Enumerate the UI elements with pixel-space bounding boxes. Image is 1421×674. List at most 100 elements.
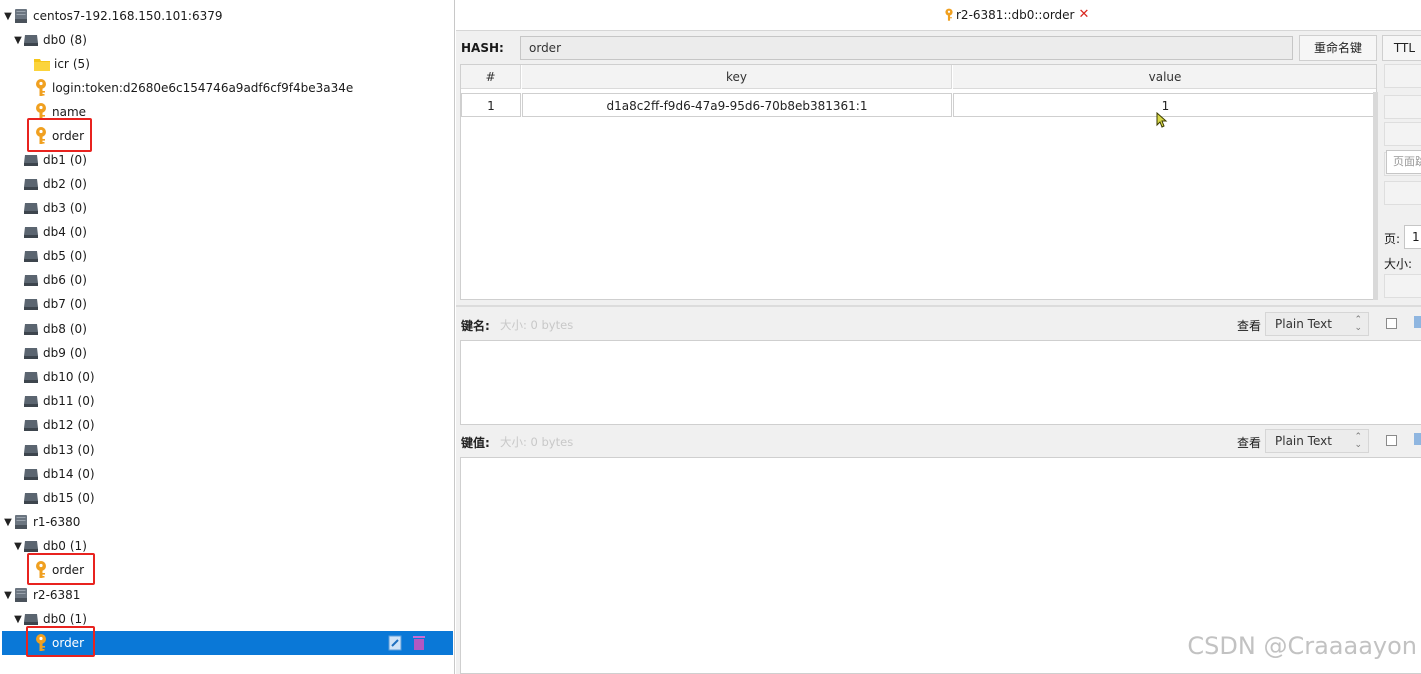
tree-db-db4[interactable]: db4 (0) [23,221,87,243]
db-name: db9 [43,346,66,360]
tree-db-db7[interactable]: db7 (0) [23,293,87,315]
value-wrap-checkbox[interactable] [1386,435,1397,446]
connection-name: r2-6381 [33,588,81,602]
column-header-index[interactable]: # [461,65,521,89]
database-icon [23,297,39,311]
tree-db-db6[interactable]: db6 (0) [23,269,87,291]
database-icon [23,370,39,384]
expand-arrow-icon[interactable]: ▼ [13,541,23,552]
key-icon [944,8,954,22]
connection-name: centos7-192.168.150.101:6379 [33,9,223,23]
value-field-label: 键值: [461,436,490,450]
db-name: db14 [43,467,74,481]
reload-button[interactable] [1384,122,1421,146]
tree-db-db15[interactable]: db15 (0) [23,487,95,509]
db-name: db4 [43,225,66,239]
db-name: db0 [43,33,66,47]
key-editor-panel: r2-6381::db0::order ✕ HASH: order 重命名键 T… [456,0,1421,674]
tree-db-db9[interactable]: db9 (0) [23,342,87,364]
tree-db-db10[interactable]: db10 (0) [23,366,95,388]
table-cell-key[interactable]: d1a8c2ff-f9d6-47a9-95d6-70b8eb381361:1 [522,93,952,117]
tree-db-db1[interactable]: db1 (0) [23,149,87,171]
key-wrap-checkbox[interactable] [1386,318,1397,329]
view-mode-value: Plain Text [1275,317,1332,331]
highlight-box [27,553,95,585]
tree-db-db12[interactable]: db12 (0) [23,414,95,436]
expand-arrow-icon[interactable]: ▼ [13,35,23,46]
db-name: db5 [43,249,66,263]
tree-db-db11[interactable]: db11 (0) [23,390,95,412]
tree-db-db3[interactable]: db3 (0) [23,197,87,219]
key-editor-textarea[interactable] [460,340,1421,425]
folder-count: (5) [72,57,90,71]
page-size-label: 大小: [1384,257,1413,271]
tree-connection-centos7[interactable]: ▼ centos7-192.168.150.101:6379 [3,5,223,27]
folder-label: icr [54,57,69,71]
connection-tree: ▼ centos7-192.168.150.101:6379 ▼ db0 (8)… [0,0,455,674]
table-scrollbar[interactable] [1373,92,1378,300]
save-icon[interactable] [1414,433,1421,445]
watermark: CSDN @Craaaayon [1187,632,1417,660]
column-header-value[interactable]: value [953,65,1376,89]
expand-arrow-icon[interactable]: ▼ [3,517,13,528]
database-icon [23,443,39,457]
splitter[interactable] [456,305,1421,307]
save-icon[interactable] [1414,316,1421,328]
tree-connection-r2-6381[interactable]: ▼ r2-6381 [3,584,80,606]
tree-key-login-token[interactable]: login:token:d2680e6c154746a9adf6cf9f4be3… [34,77,353,99]
expand-arrow-icon[interactable]: ▼ [3,11,13,22]
key-label: name [52,105,87,119]
db-count: (0) [77,467,95,481]
key-view-mode-select[interactable]: Plain Text ⌃ ⌄ [1265,312,1369,336]
tree-connection-r1-6380[interactable]: ▼ r1-6380 [3,511,80,533]
server-icon [13,587,29,603]
tree-db-db14[interactable]: db14 (0) [23,463,95,485]
database-icon [23,539,39,553]
db-name: db6 [43,273,66,287]
folder-icon [34,57,50,71]
database-icon [23,346,39,360]
tree-folder-icr[interactable]: icr (5) [34,53,90,75]
page-number-input[interactable]: 1 [1404,225,1421,249]
db-count: (0) [77,418,95,432]
delete-row-button[interactable] [1384,95,1421,119]
key-name-input[interactable]: order [520,36,1293,60]
db-count: (0) [69,322,87,336]
expand-arrow-icon[interactable]: ▼ [13,614,23,625]
table-cell-index[interactable]: 1 [461,93,521,117]
tree-db-db0[interactable]: ▼ db0 (8) [13,29,87,51]
database-icon [23,322,39,336]
open-console-icon[interactable] [388,635,402,651]
last-page-button[interactable] [1384,274,1421,298]
up-down-chevron-icon: ⌃ ⌄ [1354,432,1362,450]
db-count: (0) [77,491,95,505]
key-icon [34,79,48,97]
page-jump-input[interactable]: 页面跳转 [1386,150,1421,174]
value-view-mode-select[interactable]: Plain Text ⌃ ⌄ [1265,429,1369,453]
rename-key-button[interactable]: 重命名键 [1299,35,1377,61]
column-header-key[interactable]: key [522,65,952,89]
db-name: db7 [43,297,66,311]
db-name: db0 [43,539,66,553]
delete-icon[interactable] [412,635,426,651]
db-name: db12 [43,418,74,432]
database-icon [23,33,39,47]
view-mode-value: Plain Text [1275,434,1332,448]
database-icon [23,467,39,481]
db-count: (8) [69,33,87,47]
tree-db-db2[interactable]: db2 (0) [23,173,87,195]
up-down-chevron-icon: ⌃ ⌄ [1354,315,1362,333]
ttl-button[interactable]: TTL [1382,35,1421,61]
tree-db-db13[interactable]: db13 (0) [23,439,95,461]
hash-table: # key value 1 d1a8c2ff-f9d6-47a9-95d6-70… [460,64,1377,300]
expand-arrow-icon[interactable]: ▼ [3,590,13,601]
db-name: db0 [43,612,66,626]
first-page-button[interactable] [1384,181,1421,205]
database-icon [23,201,39,215]
tab-key-order[interactable]: r2-6381::db0::order ✕ [944,7,1089,22]
tree-db-db5[interactable]: db5 (0) [23,245,87,267]
tree-db-db8[interactable]: db8 (0) [23,318,87,340]
close-icon[interactable]: ✕ [1078,7,1089,22]
database-icon [23,273,39,287]
add-row-button[interactable] [1384,64,1421,88]
